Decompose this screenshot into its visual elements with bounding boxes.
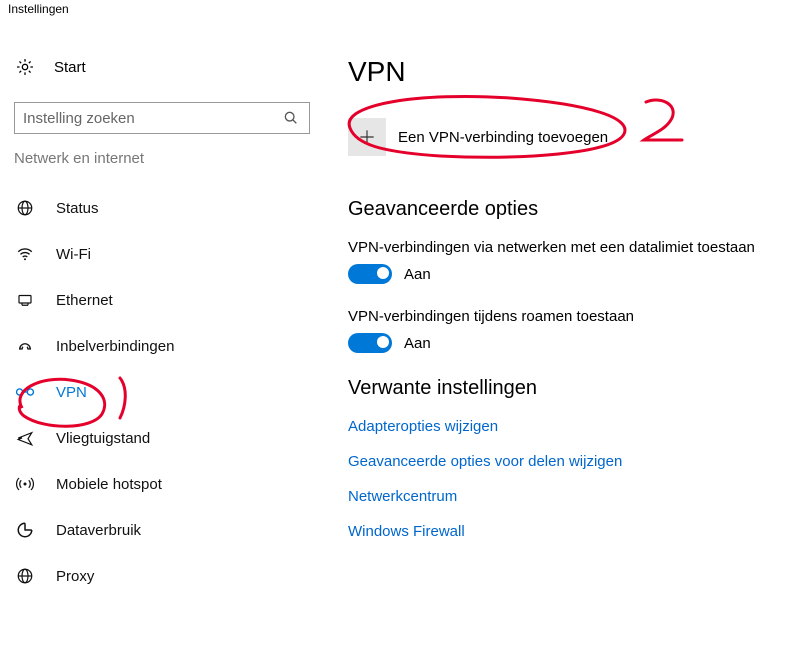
sidebar-item-label: Status (56, 200, 99, 217)
option-metered-label: VPN-verbindingen via netwerken met een d… (348, 239, 768, 256)
sidebar-item-hotspot[interactable]: Mobiele hotspot (14, 461, 314, 507)
link-network-center[interactable]: Netwerkcentrum (348, 488, 768, 505)
search-input[interactable] (14, 102, 310, 134)
sidebar-item-datausage[interactable]: Dataverbruik (14, 507, 314, 553)
main-content: VPN Een VPN-verbinding toevoegen Geavanc… (348, 56, 768, 558)
start-label: Start (54, 59, 86, 76)
vpn-icon (14, 383, 36, 401)
toggle-metered[interactable] (348, 264, 392, 284)
airplane-icon (14, 429, 36, 447)
sidebar-item-label: VPN (56, 384, 87, 401)
sidebar-category: Netwerk en internet (14, 150, 314, 167)
page-title: VPN (348, 56, 768, 88)
toggle-roaming-state: Aan (404, 335, 431, 352)
sidebar-item-vpn[interactable]: VPN (14, 369, 314, 415)
sidebar-item-label: Wi-Fi (56, 246, 91, 263)
dialup-icon (14, 337, 36, 355)
sidebar-item-label: Inbelverbindingen (56, 338, 174, 355)
search-field[interactable] (23, 110, 281, 127)
sidebar-item-status[interactable]: Status (14, 185, 314, 231)
option-metered: VPN-verbindingen via netwerken met een d… (348, 239, 768, 284)
hotspot-icon (14, 475, 36, 493)
sidebar: Start Netwerk en internet Status (14, 50, 314, 599)
search-icon (281, 110, 301, 126)
ethernet-icon (14, 291, 36, 309)
sidebar-item-label: Mobiele hotspot (56, 476, 162, 493)
option-roaming: VPN-verbindingen tijdens roamen toestaan… (348, 308, 768, 353)
add-vpn-button[interactable]: Een VPN-verbinding toevoegen (348, 118, 768, 156)
sidebar-item-airplane[interactable]: Vliegtuigstand (14, 415, 314, 461)
wifi-icon (14, 245, 36, 263)
sidebar-item-label: Ethernet (56, 292, 113, 309)
toggle-roaming[interactable] (348, 333, 392, 353)
advanced-options-title: Geavanceerde opties (348, 198, 768, 221)
window-title: Instellingen (8, 2, 69, 16)
proxy-icon (14, 567, 36, 585)
sidebar-item-dialup[interactable]: Inbelverbindingen (14, 323, 314, 369)
link-sharing-options[interactable]: Geavanceerde opties voor delen wijzigen (348, 453, 768, 470)
sidebar-nav: Status Wi-Fi Ethernet (14, 185, 314, 599)
link-windows-firewall[interactable]: Windows Firewall (348, 523, 768, 540)
start-button[interactable]: Start (14, 50, 314, 84)
sidebar-item-proxy[interactable]: Proxy (14, 553, 314, 599)
related-settings-title: Verwante instellingen (348, 377, 768, 400)
add-vpn-label: Een VPN-verbinding toevoegen (398, 129, 608, 146)
datausage-icon (14, 521, 36, 539)
plus-icon (348, 118, 386, 156)
sidebar-item-wifi[interactable]: Wi-Fi (14, 231, 314, 277)
sidebar-item-label: Proxy (56, 568, 94, 585)
gear-icon (14, 57, 36, 77)
globe-icon (14, 199, 36, 217)
toggle-metered-state: Aan (404, 266, 431, 283)
sidebar-item-label: Dataverbruik (56, 522, 141, 539)
sidebar-item-label: Vliegtuigstand (56, 430, 150, 447)
link-adapter-options[interactable]: Adapteropties wijzigen (348, 418, 768, 435)
option-roaming-label: VPN-verbindingen tijdens roamen toestaan (348, 308, 768, 325)
sidebar-item-ethernet[interactable]: Ethernet (14, 277, 314, 323)
